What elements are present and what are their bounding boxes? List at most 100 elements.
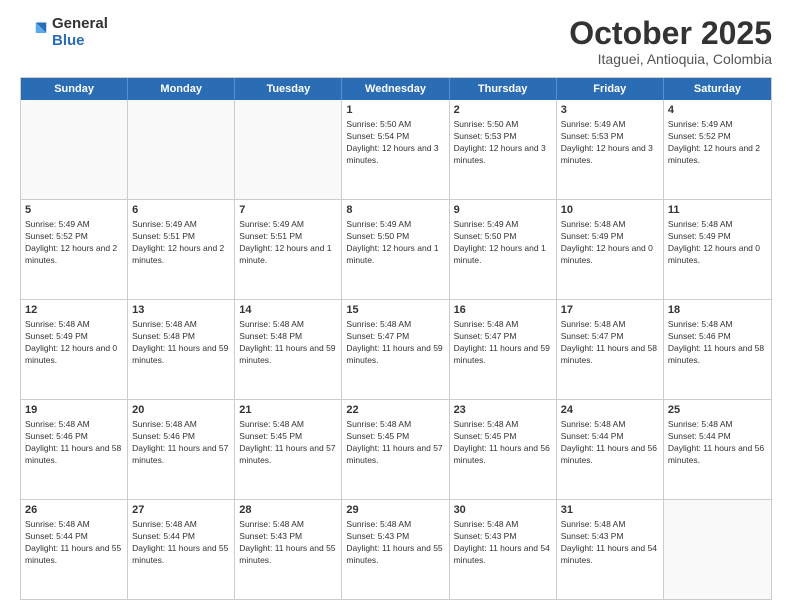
cell-day-number: 12 [25,303,123,318]
calendar-cell: 20Sunrise: 5:48 AM Sunset: 5:46 PM Dayli… [128,400,235,499]
cell-sun-info: Sunrise: 5:49 AM Sunset: 5:50 PM Dayligh… [454,219,552,267]
calendar-cell: 8Sunrise: 5:49 AM Sunset: 5:50 PM Daylig… [342,200,449,299]
cell-day-number: 31 [561,503,659,518]
cell-sun-info: Sunrise: 5:48 AM Sunset: 5:43 PM Dayligh… [454,519,552,567]
cell-sun-info: Sunrise: 5:48 AM Sunset: 5:49 PM Dayligh… [561,219,659,267]
cell-sun-info: Sunrise: 5:48 AM Sunset: 5:44 PM Dayligh… [668,419,767,467]
cell-sun-info: Sunrise: 5:48 AM Sunset: 5:46 PM Dayligh… [25,419,123,467]
cell-sun-info: Sunrise: 5:49 AM Sunset: 5:51 PM Dayligh… [132,219,230,267]
cell-sun-info: Sunrise: 5:48 AM Sunset: 5:47 PM Dayligh… [454,319,552,367]
calendar-cell: 1Sunrise: 5:50 AM Sunset: 5:54 PM Daylig… [342,100,449,199]
page: General Blue October 2025 Itaguei, Antio… [0,0,792,612]
cell-day-number: 16 [454,303,552,318]
cell-sun-info: Sunrise: 5:48 AM Sunset: 5:46 PM Dayligh… [132,419,230,467]
cell-sun-info: Sunrise: 5:48 AM Sunset: 5:49 PM Dayligh… [25,319,123,367]
calendar-cell: 26Sunrise: 5:48 AM Sunset: 5:44 PM Dayli… [21,500,128,599]
cell-day-number: 24 [561,403,659,418]
calendar-row: 1Sunrise: 5:50 AM Sunset: 5:54 PM Daylig… [21,100,771,200]
calendar-cell: 6Sunrise: 5:49 AM Sunset: 5:51 PM Daylig… [128,200,235,299]
calendar-cell: 17Sunrise: 5:48 AM Sunset: 5:47 PM Dayli… [557,300,664,399]
cell-sun-info: Sunrise: 5:50 AM Sunset: 5:53 PM Dayligh… [454,119,552,167]
calendar: SundayMondayTuesdayWednesdayThursdayFrid… [20,77,772,600]
cell-sun-info: Sunrise: 5:48 AM Sunset: 5:46 PM Dayligh… [668,319,767,367]
calendar-header: SundayMondayTuesdayWednesdayThursdayFrid… [21,78,771,100]
calendar-cell: 7Sunrise: 5:49 AM Sunset: 5:51 PM Daylig… [235,200,342,299]
cell-day-number: 9 [454,203,552,218]
cell-sun-info: Sunrise: 5:49 AM Sunset: 5:52 PM Dayligh… [668,119,767,167]
cell-day-number: 8 [346,203,444,218]
logo-general: General [52,16,108,33]
cell-sun-info: Sunrise: 5:50 AM Sunset: 5:54 PM Dayligh… [346,119,444,167]
cell-day-number: 11 [668,203,767,218]
cell-day-number: 6 [132,203,230,218]
cell-day-number: 4 [668,103,767,118]
calendar-header-day: Saturday [664,78,771,100]
cell-day-number: 19 [25,403,123,418]
cell-day-number: 3 [561,103,659,118]
calendar-body: 1Sunrise: 5:50 AM Sunset: 5:54 PM Daylig… [21,100,771,599]
cell-sun-info: Sunrise: 5:48 AM Sunset: 5:43 PM Dayligh… [346,519,444,567]
cell-day-number: 14 [239,303,337,318]
calendar-cell: 5Sunrise: 5:49 AM Sunset: 5:52 PM Daylig… [21,200,128,299]
cell-day-number: 23 [454,403,552,418]
cell-sun-info: Sunrise: 5:48 AM Sunset: 5:47 PM Dayligh… [561,319,659,367]
cell-day-number: 22 [346,403,444,418]
calendar-row: 5Sunrise: 5:49 AM Sunset: 5:52 PM Daylig… [21,200,771,300]
cell-sun-info: Sunrise: 5:48 AM Sunset: 5:44 PM Dayligh… [561,419,659,467]
calendar-cell [235,100,342,199]
cell-sun-info: Sunrise: 5:48 AM Sunset: 5:49 PM Dayligh… [668,219,767,267]
cell-day-number: 13 [132,303,230,318]
calendar-cell: 2Sunrise: 5:50 AM Sunset: 5:53 PM Daylig… [450,100,557,199]
cell-sun-info: Sunrise: 5:49 AM Sunset: 5:51 PM Dayligh… [239,219,337,267]
calendar-cell: 21Sunrise: 5:48 AM Sunset: 5:45 PM Dayli… [235,400,342,499]
cell-day-number: 15 [346,303,444,318]
calendar-cell: 28Sunrise: 5:48 AM Sunset: 5:43 PM Dayli… [235,500,342,599]
cell-sun-info: Sunrise: 5:48 AM Sunset: 5:45 PM Dayligh… [454,419,552,467]
cell-sun-info: Sunrise: 5:49 AM Sunset: 5:52 PM Dayligh… [25,219,123,267]
calendar-header-day: Tuesday [235,78,342,100]
calendar-cell: 24Sunrise: 5:48 AM Sunset: 5:44 PM Dayli… [557,400,664,499]
calendar-header-day: Wednesday [342,78,449,100]
cell-day-number: 27 [132,503,230,518]
calendar-cell [128,100,235,199]
calendar-cell: 12Sunrise: 5:48 AM Sunset: 5:49 PM Dayli… [21,300,128,399]
calendar-header-day: Thursday [450,78,557,100]
cell-day-number: 25 [668,403,767,418]
cell-sun-info: Sunrise: 5:48 AM Sunset: 5:48 PM Dayligh… [132,319,230,367]
calendar-cell: 25Sunrise: 5:48 AM Sunset: 5:44 PM Dayli… [664,400,771,499]
calendar-cell: 11Sunrise: 5:48 AM Sunset: 5:49 PM Dayli… [664,200,771,299]
cell-sun-info: Sunrise: 5:48 AM Sunset: 5:47 PM Dayligh… [346,319,444,367]
cell-day-number: 28 [239,503,337,518]
cell-day-number: 5 [25,203,123,218]
cell-sun-info: Sunrise: 5:48 AM Sunset: 5:45 PM Dayligh… [239,419,337,467]
calendar-cell: 18Sunrise: 5:48 AM Sunset: 5:46 PM Dayli… [664,300,771,399]
cell-day-number: 30 [454,503,552,518]
cell-day-number: 29 [346,503,444,518]
calendar-cell: 9Sunrise: 5:49 AM Sunset: 5:50 PM Daylig… [450,200,557,299]
calendar-cell: 16Sunrise: 5:48 AM Sunset: 5:47 PM Dayli… [450,300,557,399]
calendar-cell: 14Sunrise: 5:48 AM Sunset: 5:48 PM Dayli… [235,300,342,399]
cell-sun-info: Sunrise: 5:48 AM Sunset: 5:43 PM Dayligh… [239,519,337,567]
calendar-row: 19Sunrise: 5:48 AM Sunset: 5:46 PM Dayli… [21,400,771,500]
cell-day-number: 2 [454,103,552,118]
calendar-header-day: Friday [557,78,664,100]
logo-blue: Blue [52,33,108,50]
cell-day-number: 18 [668,303,767,318]
calendar-cell: 15Sunrise: 5:48 AM Sunset: 5:47 PM Dayli… [342,300,449,399]
cell-day-number: 17 [561,303,659,318]
cell-day-number: 1 [346,103,444,118]
calendar-cell: 3Sunrise: 5:49 AM Sunset: 5:53 PM Daylig… [557,100,664,199]
cell-sun-info: Sunrise: 5:48 AM Sunset: 5:44 PM Dayligh… [132,519,230,567]
calendar-cell: 31Sunrise: 5:48 AM Sunset: 5:43 PM Dayli… [557,500,664,599]
calendar-cell: 23Sunrise: 5:48 AM Sunset: 5:45 PM Dayli… [450,400,557,499]
cell-day-number: 10 [561,203,659,218]
title-block: October 2025 Itaguei, Antioquia, Colombi… [569,16,772,67]
cell-sun-info: Sunrise: 5:48 AM Sunset: 5:43 PM Dayligh… [561,519,659,567]
cell-sun-info: Sunrise: 5:49 AM Sunset: 5:53 PM Dayligh… [561,119,659,167]
logo: General Blue [20,16,108,49]
page-subtitle: Itaguei, Antioquia, Colombia [569,51,772,67]
cell-sun-info: Sunrise: 5:49 AM Sunset: 5:50 PM Dayligh… [346,219,444,267]
calendar-cell: 19Sunrise: 5:48 AM Sunset: 5:46 PM Dayli… [21,400,128,499]
calendar-header-day: Monday [128,78,235,100]
cell-day-number: 21 [239,403,337,418]
